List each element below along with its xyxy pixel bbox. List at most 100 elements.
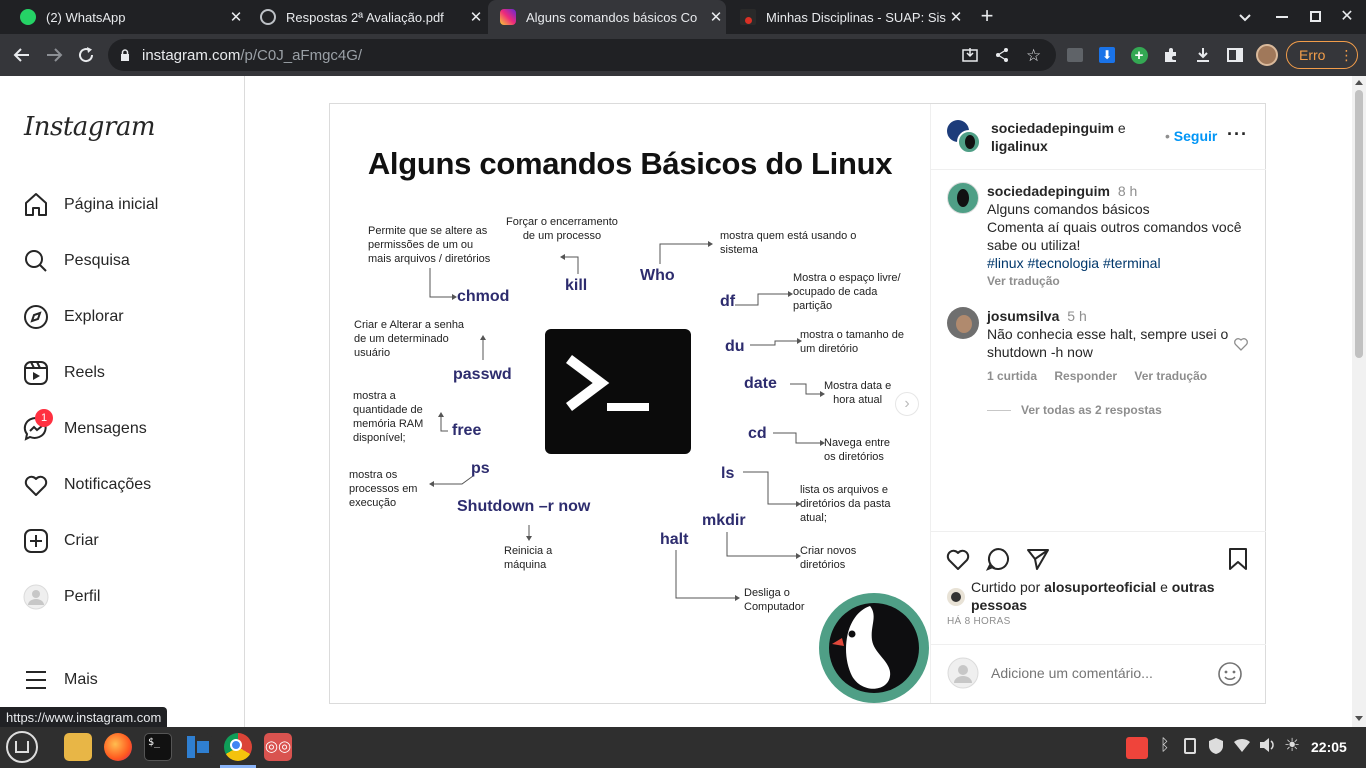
- liked-user[interactable]: alosuporteoficial: [1044, 579, 1156, 595]
- sidebar-item-messages[interactable]: 1 Mensagens: [22, 409, 147, 444]
- firefox-icon[interactable]: [104, 733, 132, 761]
- translate-link[interactable]: Ver tradução: [1134, 369, 1207, 383]
- folder-icon[interactable]: [64, 733, 92, 761]
- terminal-app-icon[interactable]: $_: [144, 733, 172, 761]
- extension-grid-icon[interactable]: [1063, 43, 1087, 67]
- post-image[interactable]: Alguns comandos Básicos do Linux chmod k…: [330, 104, 930, 703]
- tab-instagram[interactable]: Alguns comandos básicos Co ✕: [488, 0, 726, 34]
- close-tab-icon[interactable]: ✕: [466, 8, 486, 26]
- instagram-logo[interactable]: Instagram: [24, 112, 156, 142]
- cmd-free: free: [452, 422, 482, 439]
- sidebar-item-home[interactable]: Página inicial: [22, 190, 158, 220]
- sidebar-item-label: Reels: [64, 364, 105, 381]
- close-tab-icon[interactable]: ✕: [706, 8, 726, 26]
- chrome-icon[interactable]: [224, 733, 252, 761]
- save-button[interactable]: [1225, 546, 1251, 572]
- bookmark-star-icon[interactable]: ☆: [1026, 46, 1041, 66]
- clock[interactable]: 22:05: [1311, 739, 1347, 755]
- forward-button[interactable]: [42, 43, 66, 67]
- minimize-button[interactable]: [1276, 16, 1288, 18]
- close-tab-icon[interactable]: ✕: [226, 8, 246, 26]
- sidebar-item-notifications[interactable]: Notificações: [22, 470, 151, 500]
- green-plus-extension-icon[interactable]: +: [1127, 43, 1151, 67]
- sidebar-item-search[interactable]: Pesquisa: [22, 246, 130, 276]
- header-user-2[interactable]: ligalinux: [991, 138, 1048, 154]
- share-button[interactable]: [1025, 546, 1051, 572]
- back-button[interactable]: [10, 43, 34, 67]
- hashtag-link[interactable]: #terminal: [1103, 255, 1161, 271]
- header-user-1[interactable]: sociedadepinguim: [991, 120, 1114, 136]
- maximize-button[interactable]: [1310, 11, 1321, 22]
- comment-like-icon[interactable]: [1233, 336, 1249, 352]
- reader-glasses-icon[interactable]: ◎◎: [264, 733, 292, 761]
- hashtag-link[interactable]: #tecnologia: [1027, 255, 1099, 271]
- more-options-icon[interactable]: ···: [1227, 124, 1248, 145]
- post-time[interactable]: HÁ 8 HORAS: [947, 616, 1011, 627]
- see-translation-link[interactable]: Ver tradução: [987, 272, 1251, 290]
- kebab-menu-icon: ⋮: [1339, 46, 1354, 63]
- profile-error-button[interactable]: Erro ⋮: [1286, 41, 1358, 69]
- profile-avatar[interactable]: [1255, 43, 1279, 67]
- scroll-down-arrow[interactable]: [1355, 716, 1363, 721]
- liked-by-avatar[interactable]: [947, 588, 965, 606]
- comment-likes[interactable]: 1 curtida: [987, 369, 1037, 383]
- side-panel-icon[interactable]: [1223, 43, 1247, 67]
- add-comment-input[interactable]: [991, 662, 1211, 684]
- caption-block: sociedadepinguim 8 h Alguns comandos bás…: [987, 182, 1251, 290]
- collab-avatars[interactable]: [947, 120, 981, 154]
- tab-search-icon[interactable]: [1236, 8, 1254, 26]
- post-card: Alguns comandos Básicos do Linux chmod k…: [329, 103, 1266, 704]
- hashtag-link[interactable]: #linux: [987, 255, 1024, 271]
- reload-button[interactable]: [74, 43, 98, 67]
- sidebar-item-explore[interactable]: Explorar: [22, 302, 124, 332]
- scroll-up-arrow[interactable]: [1355, 80, 1363, 85]
- close-window-button[interactable]: ✕: [1338, 6, 1356, 26]
- tab-whatsapp[interactable]: (2) WhatsApp ✕: [8, 0, 246, 34]
- anydesk-tray-icon[interactable]: [1126, 737, 1148, 759]
- caption-user[interactable]: sociedadepinguim: [987, 183, 1110, 199]
- tab-suap[interactable]: Minhas Disciplinas - SUAP: Sis ✕: [728, 0, 966, 34]
- view-replies[interactable]: Ver todas as 2 respostas: [987, 403, 1162, 417]
- close-tab-icon[interactable]: ✕: [946, 8, 966, 26]
- mint-menu-icon[interactable]: [6, 731, 38, 763]
- comment-user[interactable]: josumsilva: [987, 308, 1059, 324]
- page-scrollbar[interactable]: [1352, 76, 1366, 727]
- sidebar-item-reels[interactable]: Reels: [22, 358, 105, 388]
- new-tab-button[interactable]: +: [976, 4, 998, 30]
- comment-button[interactable]: [985, 546, 1011, 572]
- like-button[interactable]: [945, 546, 971, 572]
- sidebar-item-more[interactable]: Mais: [22, 665, 98, 695]
- vscode-icon[interactable]: [184, 733, 212, 761]
- clipboard-icon[interactable]: [1184, 738, 1196, 754]
- note-line: hora atual: [833, 394, 883, 406]
- caption-avatar[interactable]: [947, 182, 979, 214]
- volume-icon[interactable]: [1258, 737, 1276, 753]
- follow-button[interactable]: • Seguir: [1165, 128, 1217, 144]
- note-line: Permite que se altere as: [368, 225, 488, 237]
- share-icon[interactable]: [994, 47, 1010, 63]
- bluetooth-icon[interactable]: ᛒ: [1160, 737, 1170, 755]
- tab-pdf[interactable]: Respostas 2ª Avaliação.pdf ✕: [248, 0, 486, 34]
- next-image-button[interactable]: ›: [895, 392, 919, 416]
- cmd-halt: halt: [660, 531, 689, 548]
- sidebar-item-profile[interactable]: Perfil: [22, 582, 100, 612]
- brightness-icon[interactable]: ☀: [1284, 735, 1300, 756]
- install-app-icon[interactable]: [962, 47, 978, 63]
- downloads-icon[interactable]: [1191, 43, 1215, 67]
- wifi-icon[interactable]: [1233, 737, 1251, 753]
- note-line: Navega entre: [824, 437, 891, 449]
- lock-icon[interactable]: [120, 49, 129, 61]
- address-bar[interactable]: instagram.com/p/C0J_aFmgc4G/ ☆: [108, 39, 1056, 71]
- cmd-kill: kill: [565, 277, 588, 294]
- emoji-icon[interactable]: [1217, 661, 1243, 687]
- note-line: partição: [793, 300, 833, 312]
- scroll-thumb[interactable]: [1355, 90, 1363, 358]
- sidebar-item-create[interactable]: Criar: [22, 526, 99, 556]
- reply-link[interactable]: Responder: [1054, 369, 1117, 383]
- note-passwd: Criar e Alterar a senha de um determinad…: [354, 318, 464, 360]
- comment-avatar[interactable]: [947, 307, 979, 339]
- post-side-panel: sociedadepinguim e ligalinux • Seguir ··…: [930, 104, 1266, 703]
- puzzle-icon[interactable]: [1159, 43, 1183, 67]
- download-manager-icon[interactable]: ⬇: [1095, 43, 1119, 67]
- shield-tray-icon[interactable]: [1208, 737, 1224, 755]
